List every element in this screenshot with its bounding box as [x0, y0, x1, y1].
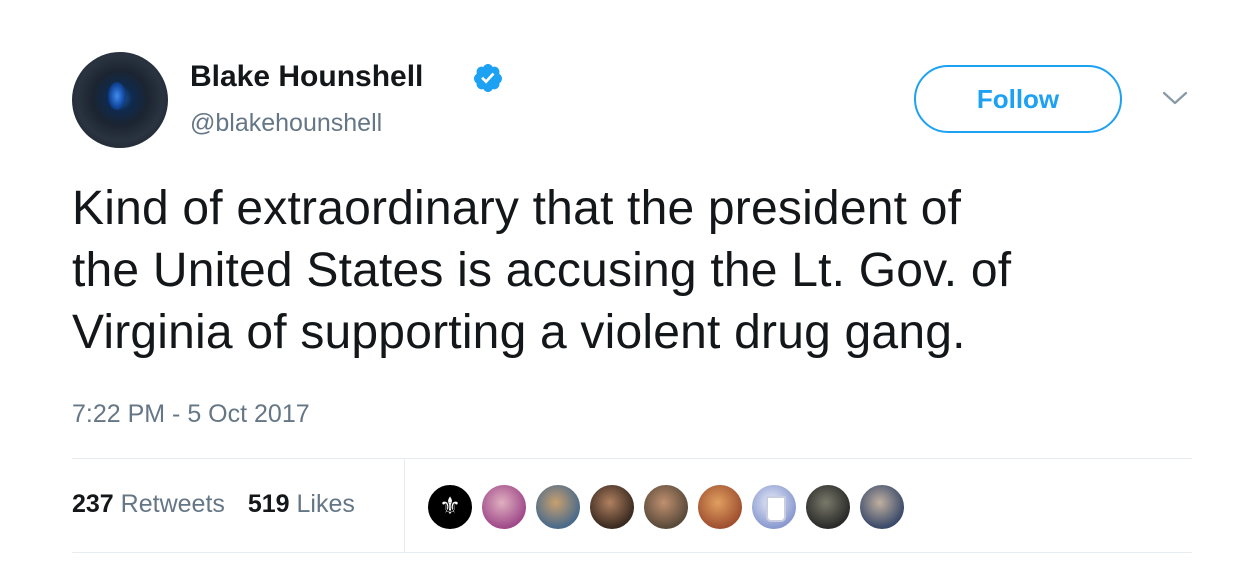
- stats-divider: [404, 459, 405, 552]
- retweets-label: Retweets: [120, 490, 225, 518]
- divider: [72, 458, 1192, 459]
- woman-avatar[interactable]: [696, 483, 744, 531]
- mug-icon: [766, 496, 786, 522]
- chevron-down-icon[interactable]: [1160, 88, 1190, 108]
- tweet-text-line: the United States is accusing the Lt. Go…: [72, 244, 1012, 297]
- group-avatar[interactable]: [804, 483, 852, 531]
- mug-avatar[interactable]: [750, 483, 798, 531]
- person-avatar[interactable]: [480, 483, 528, 531]
- tweet-stats: 237 Retweets 519 Likes: [72, 490, 371, 519]
- author-avatar[interactable]: [72, 52, 168, 148]
- tweet-timestamp[interactable]: 7:22 PM - 5 Oct 2017: [72, 400, 310, 429]
- tweet-text-line: Kind of extraordinary that the president…: [72, 182, 962, 235]
- retweets-stat[interactable]: 237 Retweets: [72, 490, 225, 519]
- likes-stat[interactable]: 519 Likes: [248, 490, 355, 519]
- author-handle[interactable]: @blakehounshell: [190, 109, 382, 138]
- tweet-text: Kind of extraordinary that the president…: [72, 178, 1192, 364]
- avatar-eye-icon: [108, 82, 126, 110]
- likes-label: Likes: [296, 490, 355, 518]
- tweet-text-line: Virginia of supporting a violent drug ga…: [72, 306, 966, 359]
- fleur-de-lis-avatar[interactable]: ⚜: [426, 483, 474, 531]
- trees-avatar[interactable]: [534, 483, 582, 531]
- author-name[interactable]: Blake Hounshell: [190, 60, 423, 94]
- verified-badge-icon: [473, 64, 502, 92]
- likes-count: 519: [247, 490, 290, 518]
- fleur-de-lis-icon: ⚜: [439, 492, 461, 520]
- divider: [72, 552, 1192, 553]
- retweets-count: 237: [72, 490, 114, 518]
- people-avatar[interactable]: [858, 483, 906, 531]
- man-avatar[interactable]: [588, 483, 636, 531]
- follow-button[interactable]: Follow: [914, 65, 1122, 133]
- cat-avatar[interactable]: [642, 483, 690, 531]
